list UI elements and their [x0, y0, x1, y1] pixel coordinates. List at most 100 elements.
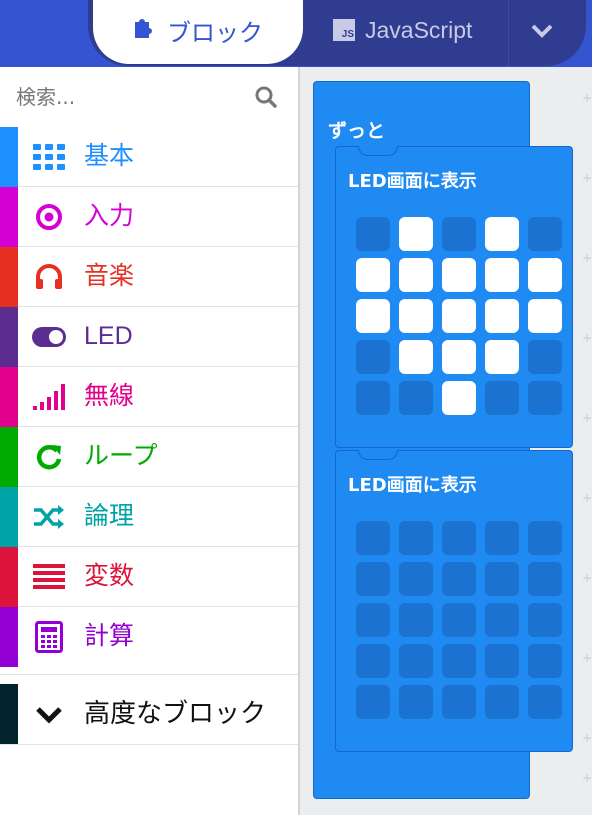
show-leds-label: LED画面に表示 — [348, 171, 477, 192]
category-color-bar — [0, 367, 18, 427]
led-cell-off[interactable] — [528, 685, 562, 719]
grid-dot: + — [582, 251, 592, 265]
led-cell-off[interactable] — [356, 521, 390, 555]
category-math[interactable]: 計算 — [0, 607, 298, 667]
js-icon: JS — [333, 19, 355, 41]
led-cell-off[interactable] — [442, 562, 476, 596]
grid-dot: + — [582, 571, 592, 585]
refresh-icon — [30, 439, 68, 475]
led-cell-on[interactable] — [356, 258, 390, 292]
category-color-bar — [0, 684, 18, 744]
led-cell-on[interactable] — [442, 299, 476, 333]
led-cell-on[interactable] — [399, 217, 433, 251]
led-cell-off[interactable] — [399, 521, 433, 555]
show-leds-label: LED画面に表示 — [348, 475, 477, 496]
category-radio[interactable]: 無線 — [0, 367, 298, 427]
led-cell-on[interactable] — [485, 217, 519, 251]
led-cell-off[interactable] — [399, 644, 433, 678]
tab-javascript[interactable]: JS JavaScript — [333, 10, 472, 50]
led-cell-off[interactable] — [399, 603, 433, 637]
list-icon — [30, 559, 68, 595]
led-cell-off[interactable] — [485, 685, 519, 719]
led-cell-on[interactable] — [528, 258, 562, 292]
category-color-bar — [0, 547, 18, 607]
led-cell-off[interactable] — [356, 603, 390, 637]
led-cell-off[interactable] — [356, 685, 390, 719]
led-cell-off[interactable] — [356, 562, 390, 596]
category-color-bar — [0, 427, 18, 487]
led-cell-off[interactable] — [442, 217, 476, 251]
led-grid — [356, 217, 562, 415]
blocks-workspace[interactable]: + + + + + + + + + + ずっと LED画面に表示 LED画面に表… — [300, 67, 592, 815]
led-cell-on[interactable] — [528, 299, 562, 333]
led-cell-on[interactable] — [485, 340, 519, 374]
led-cell-off[interactable] — [485, 644, 519, 678]
category-color-bar — [0, 187, 18, 247]
led-cell-off[interactable] — [528, 562, 562, 596]
led-cell-off[interactable] — [442, 685, 476, 719]
led-cell-off[interactable] — [528, 217, 562, 251]
category-input[interactable]: 入力 — [0, 187, 298, 247]
category-led[interactable]: LED — [0, 307, 298, 367]
grid-dot: + — [582, 771, 592, 785]
headphones-icon — [30, 259, 68, 295]
category-loops[interactable]: ループ — [0, 427, 298, 487]
led-cell-off[interactable] — [399, 562, 433, 596]
led-cell-off[interactable] — [399, 685, 433, 719]
led-cell-off[interactable] — [356, 644, 390, 678]
led-cell-off[interactable] — [356, 340, 390, 374]
grid-dot: + — [582, 491, 592, 505]
led-cell-off[interactable] — [485, 521, 519, 555]
category-label: 計算 — [84, 621, 135, 650]
led-cell-off[interactable] — [356, 381, 390, 415]
category-logic[interactable]: 論理 — [0, 487, 298, 547]
led-cell-off[interactable] — [442, 521, 476, 555]
category-label: 変数 — [84, 561, 135, 590]
led-cell-off[interactable] — [528, 340, 562, 374]
led-cell-off[interactable] — [528, 381, 562, 415]
target-icon — [30, 199, 68, 235]
led-cell-off[interactable] — [485, 562, 519, 596]
category-basic[interactable]: 基本 — [0, 127, 298, 187]
category-variables[interactable]: 変数 — [0, 547, 298, 607]
led-cell-on[interactable] — [442, 340, 476, 374]
led-cell-off[interactable] — [442, 603, 476, 637]
category-color-bar — [0, 607, 18, 667]
search-icon[interactable] — [254, 85, 280, 111]
tab-blocks[interactable]: ブロック — [93, 0, 303, 64]
led-cell-off[interactable] — [356, 217, 390, 251]
led-cell-off[interactable] — [528, 603, 562, 637]
advanced-blocks-label: 高度なブロック — [84, 699, 267, 729]
led-cell-on[interactable] — [356, 299, 390, 333]
show-leds-block[interactable]: LED画面に表示 — [335, 146, 573, 448]
led-cell-on[interactable] — [399, 258, 433, 292]
category-label: 入力 — [84, 201, 135, 230]
divider — [0, 674, 298, 675]
led-cell-on[interactable] — [485, 258, 519, 292]
tab-divider — [508, 0, 509, 66]
led-cell-off[interactable] — [485, 603, 519, 637]
category-music[interactable]: 音楽 — [0, 247, 298, 307]
led-cell-off[interactable] — [528, 521, 562, 555]
search-input[interactable] — [14, 77, 248, 117]
led-cell-off[interactable] — [442, 644, 476, 678]
category-label: LED — [84, 322, 133, 350]
led-cell-off[interactable] — [399, 381, 433, 415]
category-color-bar — [0, 127, 18, 187]
show-leds-block[interactable]: LED画面に表示 — [335, 450, 573, 752]
led-cell-on[interactable] — [442, 258, 476, 292]
category-color-bar — [0, 307, 18, 367]
category-color-bar — [0, 487, 18, 547]
led-cell-off[interactable] — [485, 381, 519, 415]
led-cell-on[interactable] — [399, 340, 433, 374]
more-menu-button[interactable] — [522, 18, 562, 48]
category-label: 音楽 — [84, 261, 135, 290]
led-cell-off[interactable] — [528, 644, 562, 678]
block-notch — [358, 146, 398, 156]
led-cell-on[interactable] — [485, 299, 519, 333]
led-cell-on[interactable] — [442, 381, 476, 415]
grid-dot: + — [582, 651, 592, 665]
led-cell-on[interactable] — [399, 299, 433, 333]
grid-dot: + — [582, 171, 592, 185]
advanced-blocks-toggle[interactable]: 高度なブロック — [0, 684, 298, 744]
